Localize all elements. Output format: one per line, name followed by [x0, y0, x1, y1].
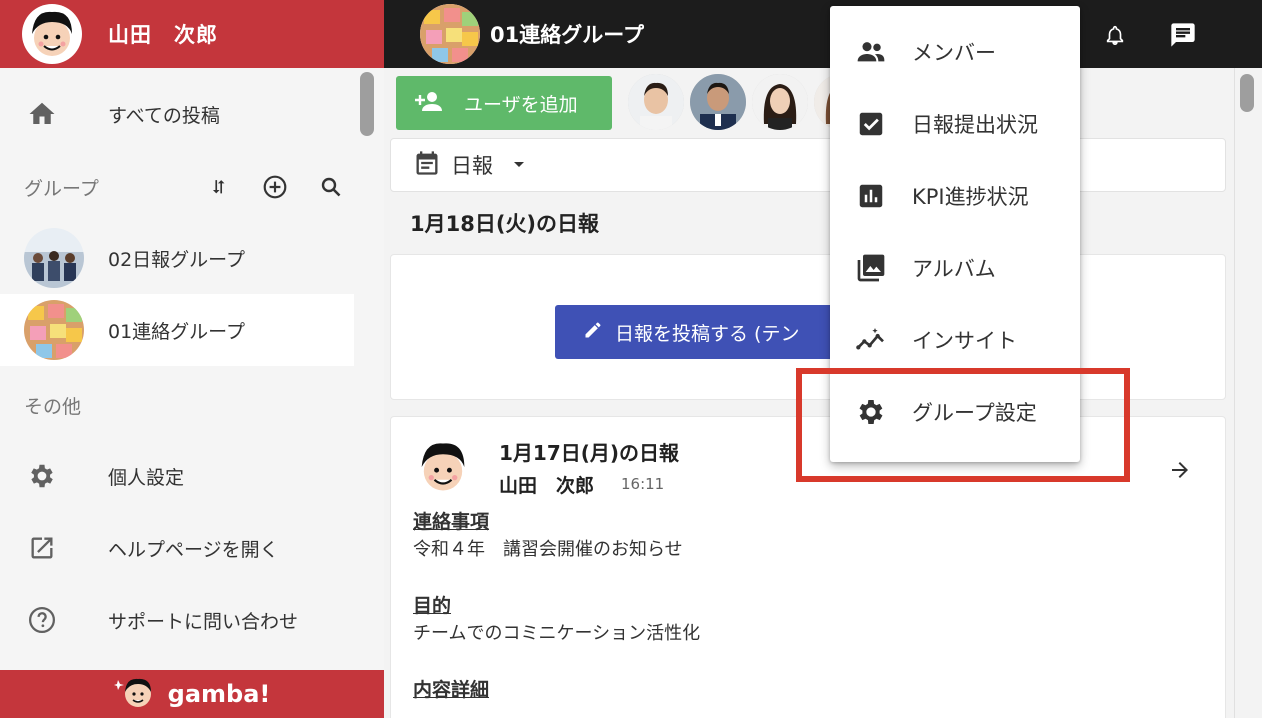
scroll-gutter	[1234, 68, 1262, 718]
sidebar-item-all-posts[interactable]: すべての投稿	[0, 78, 354, 150]
arrow-right-icon[interactable]	[1165, 455, 1195, 485]
add-circle-icon[interactable]	[260, 172, 290, 202]
member-avatar[interactable]	[690, 74, 746, 130]
sidebar-item-label: 01連絡グループ	[108, 320, 246, 343]
user-name: 山田 次郎	[108, 23, 218, 47]
current-group[interactable]: 01連絡グループ	[420, 4, 644, 64]
bell-icon[interactable]	[1100, 20, 1130, 50]
report-time: 16:11	[621, 475, 665, 493]
caret-down-icon	[511, 153, 527, 177]
menu-item-label: アルバム	[912, 257, 996, 281]
section-body: 令和４年 講習会開催のお知らせ	[413, 539, 683, 560]
person-add-icon	[414, 89, 444, 118]
menu-item-album[interactable]: アルバム	[830, 232, 1080, 304]
section-heading: 目的	[413, 595, 452, 617]
menu-item-label: メンバー	[912, 41, 996, 65]
add-user-button[interactable]: ユーザを追加	[396, 76, 612, 130]
gear-icon	[24, 458, 60, 494]
sidebar-item-label: 02日報グループ	[108, 248, 246, 271]
top-bar: 01連絡グループ	[384, 0, 1262, 68]
sidebar-scrollbar[interactable]	[360, 72, 374, 136]
user-header[interactable]: 山田 次郎	[0, 0, 384, 68]
report-author: 山田 次郎	[499, 475, 595, 497]
checkbox-icon	[854, 107, 888, 141]
sort-icon[interactable]	[204, 172, 234, 202]
sidebar: 山田 次郎 すべての投稿 グループ 02日報グループ 01連絡グループ その他 …	[0, 0, 384, 718]
open-in-new-icon	[24, 530, 60, 566]
sidebar-item-label: すべての投稿	[108, 104, 220, 127]
date-heading: 1月18日(火)の日報	[410, 212, 600, 236]
main-scrollbar[interactable]	[1240, 74, 1254, 112]
group-avatar	[420, 4, 480, 64]
member-avatar[interactable]	[752, 74, 808, 130]
pencil-icon	[583, 320, 603, 345]
highlight-annotation	[796, 368, 1130, 482]
sidebar-item-label: ヘルプページを開く	[108, 538, 279, 561]
sidebar-item-label: サポートに問い合わせ	[108, 610, 299, 633]
home-icon	[24, 96, 60, 132]
help-circle-icon	[24, 602, 60, 638]
sidebar-item-label: 個人設定	[108, 466, 185, 489]
sidebar-item-group-02[interactable]: 02日報グループ	[0, 222, 354, 294]
other-section-label: その他	[24, 396, 82, 418]
insights-icon	[854, 323, 888, 357]
report-title: 1月17日(月)の日報	[499, 441, 680, 465]
report-filter-select[interactable]: 日報	[390, 138, 1226, 192]
menu-item-members[interactable]: メンバー	[830, 16, 1080, 88]
filter-label: 日報	[451, 154, 493, 178]
menu-item-label: 日報提出状況	[912, 113, 1038, 137]
calendar-icon	[413, 149, 441, 182]
add-user-label: ユーザを追加	[464, 93, 578, 116]
menu-item-kpi-status[interactable]: KPI進捗状況	[830, 160, 1080, 232]
post-report-button[interactable]: 日報を投稿する (テン	[555, 305, 855, 359]
member-avatar[interactable]	[628, 74, 684, 130]
groups-section-label: グループ	[24, 178, 99, 200]
post-button-label: 日報を投稿する (テン	[615, 322, 800, 345]
group-title: 01連絡グループ	[490, 23, 644, 47]
group-tools	[204, 172, 346, 202]
brand-footer: gamba!	[0, 670, 384, 718]
menu-item-insights[interactable]: インサイト	[830, 304, 1080, 376]
mascot-icon	[113, 674, 156, 714]
message-icon[interactable]	[1168, 20, 1198, 50]
author-avatar	[411, 435, 475, 499]
sidebar-item-group-01[interactable]: 01連絡グループ	[0, 294, 354, 366]
people-icon	[854, 35, 888, 69]
sidebar-item-help[interactable]: ヘルプページを開く	[0, 512, 354, 584]
bar-chart-icon	[854, 179, 888, 213]
menu-item-report-status[interactable]: 日報提出状況	[830, 88, 1080, 160]
sidebar-scroll-area: すべての投稿 グループ 02日報グループ 01連絡グループ その他 個人設定 ヘ…	[0, 68, 354, 670]
group-avatar	[24, 228, 84, 288]
menu-item-label: KPI進捗状況	[912, 185, 1029, 209]
photo-library-icon	[854, 251, 888, 285]
sidebar-item-support[interactable]: サポートに問い合わせ	[0, 584, 354, 656]
search-icon[interactable]	[316, 172, 346, 202]
brand-logo: gamba!	[167, 680, 271, 708]
sidebar-item-personal-settings[interactable]: 個人設定	[0, 440, 354, 512]
section-heading: 連絡事項	[413, 511, 490, 533]
user-avatar[interactable]	[22, 4, 82, 64]
group-avatar	[24, 300, 84, 360]
section-heading: 内容詳細	[413, 679, 490, 701]
section-body: チームでのコミニケーション活性化	[413, 623, 701, 644]
menu-item-label: インサイト	[912, 329, 1017, 353]
